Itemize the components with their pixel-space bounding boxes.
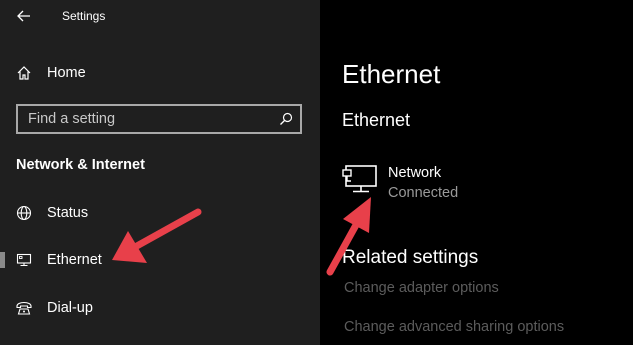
back-button[interactable]	[14, 6, 34, 26]
main-panel: Ethernet Ethernet Network Connected Rela…	[320, 0, 633, 345]
home-icon	[15, 64, 33, 82]
section-title: Network & Internet	[16, 157, 145, 173]
network-name: Network	[388, 165, 442, 181]
network-status: Connected	[388, 185, 459, 201]
page-title: Ethernet	[342, 59, 441, 89]
network-item[interactable]: Network Connected	[342, 160, 542, 208]
sidebar-item-label: Status	[47, 205, 89, 221]
globe-icon	[15, 204, 33, 222]
search-icon[interactable]	[276, 109, 296, 129]
sidebar-home-label: Home	[47, 65, 86, 81]
change-adapter-options-link[interactable]: Change adapter options	[344, 280, 499, 296]
sidebar-item-ethernet[interactable]: Ethernet	[0, 240, 320, 280]
sidebar-item-status[interactable]: Status	[0, 193, 320, 233]
search-input[interactable]	[18, 106, 268, 132]
dialup-icon	[15, 299, 33, 317]
sidebar: Settings Home Network & Internet Status	[0, 0, 320, 345]
sidebar-item-home[interactable]: Home	[0, 53, 320, 93]
related-settings-title: Related settings	[342, 247, 479, 268]
window-title: Settings	[62, 9, 106, 23]
subsection-title: Ethernet	[342, 110, 411, 130]
back-arrow-icon	[17, 10, 30, 22]
sidebar-item-label: Dial-up	[47, 300, 93, 316]
sidebar-item-label: Ethernet	[47, 252, 102, 268]
search-box	[16, 104, 302, 134]
ethernet-icon	[15, 251, 33, 269]
ethernet-network-icon	[342, 164, 378, 196]
sidebar-item-dialup[interactable]: Dial-up	[0, 288, 320, 328]
change-sharing-options-link[interactable]: Change advanced sharing options	[344, 319, 564, 335]
